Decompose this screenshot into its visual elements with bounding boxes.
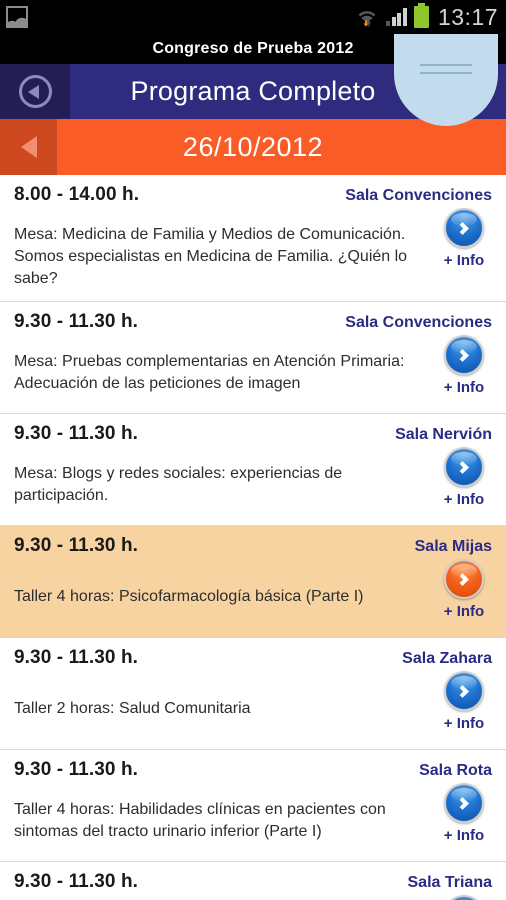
cellular-signal-icon <box>386 8 407 26</box>
session-row-body: Taller 2 horas: Salud Comunitaria + Info <box>14 669 494 732</box>
session-row[interactable]: 9.30 - 11.30 h. Sala Zahara Taller 2 horas… <box>0 638 506 751</box>
more-info-label[interactable]: + Info <box>444 827 484 844</box>
session-description: Taller 4 horas: Habilidades clínicas en … <box>14 801 386 841</box>
session-action: + Info <box>434 557 494 620</box>
status-bar-clock: 13:17 <box>437 3 498 30</box>
session-row-body: Mesa: Medicina de Familia y Medios de Co… <box>14 206 494 290</box>
session-row[interactable]: 9.30 - 11.30 h. Sala Mijas Taller 4 horas:… <box>0 526 506 639</box>
app-title-band: Congreso de Prueba 2012 <box>0 28 506 126</box>
chevron-right-icon <box>456 460 469 474</box>
session-row-header: 9.30 - 11.30 h. Sala Mijas <box>14 535 494 557</box>
session-room: Sala Convenciones <box>345 314 492 332</box>
session-action: + Info <box>434 669 494 732</box>
session-time: 9.30 - 11.30 h. <box>14 535 139 557</box>
more-info-label[interactable]: + Info <box>444 603 484 620</box>
session-details-button[interactable] <box>444 208 484 248</box>
session-row-header: 9.30 - 11.30 h. Sala Rota <box>14 759 494 781</box>
session-time: 9.30 - 11.30 h. <box>14 311 139 333</box>
session-row-body: Taller 4 horas: Psicofarmacología básica… <box>14 557 494 620</box>
back-arrow-icon <box>18 75 52 108</box>
session-details-button[interactable] <box>444 447 484 488</box>
session-time: 9.30 - 11.30 h. <box>14 647 139 669</box>
chevron-right-icon <box>456 221 469 235</box>
session-action: + Info <box>434 893 494 900</box>
app-title: Congreso de Prueba 2012 <box>152 40 354 57</box>
session-time: 9.30 - 11.30 h. <box>14 423 139 445</box>
status-bar-indicators: 13:17 <box>355 3 498 30</box>
wifi-icon <box>355 7 379 27</box>
session-room: Sala Mijas <box>414 538 492 556</box>
current-date-label: 26/10/2012 <box>182 131 324 162</box>
chevron-right-icon <box>456 348 469 362</box>
date-bar: 26/10/2012 <box>0 119 506 175</box>
session-details-button[interactable] <box>444 783 484 824</box>
session-row[interactable]: 8.00 - 14.00 h. Sala Convenciones Mesa: Me… <box>0 175 506 303</box>
back-button[interactable] <box>0 64 70 119</box>
session-details-button[interactable] <box>444 335 484 376</box>
session-description: Taller 2 horas: Salud Comunitaria <box>14 700 251 718</box>
session-description: Mesa: Medicina de Familia y Medios de Co… <box>14 226 408 288</box>
session-row[interactable]: 9.30 - 11.30 h. Sala Rota Taller 4 horas: … <box>0 750 506 863</box>
session-row-header: 8.00 - 14.00 h. Sala Convenciones <box>14 184 494 206</box>
session-description: Taller 4 horas: Psicofarmacología básica… <box>14 588 364 606</box>
session-row-body: Taller 4 horas: Habilidades clínicas en … <box>14 781 494 844</box>
chevron-left-icon <box>20 136 37 158</box>
session-action: + Info <box>434 333 494 396</box>
session-room: Sala Rota <box>419 762 492 780</box>
more-info-label[interactable]: + Info <box>444 491 484 508</box>
session-time: 9.30 - 11.30 h. <box>14 871 139 893</box>
screenshot-image-icon <box>6 6 28 28</box>
session-row-header: 9.30 - 11.30 h. Sala Zahara <box>14 647 494 669</box>
session-time: 8.00 - 14.00 h. <box>14 184 140 205</box>
session-time: 9.30 - 11.30 h. <box>14 759 139 781</box>
session-row-header: 9.30 - 11.30 h. Sala Nervión <box>14 423 494 445</box>
session-details-button[interactable] <box>444 671 484 712</box>
session-row[interactable]: 9.30 - 11.30 h. Sala Triana+ Info <box>0 862 506 900</box>
chevron-right-icon <box>456 572 469 586</box>
session-row-body: Mesa: Blogs y redes sociales: experienci… <box>14 445 494 508</box>
session-list[interactable]: 8.00 - 14.00 h. Sala Convenciones Mesa: Me… <box>0 175 506 900</box>
previous-day-button[interactable] <box>0 119 57 175</box>
session-row-header: 9.30 - 11.30 h. Sala Convenciones <box>14 311 494 333</box>
session-row-body: Mesa: Pruebas complementarias en Atenció… <box>14 333 494 396</box>
session-room: Sala Convenciones <box>345 187 492 204</box>
status-bar-notifications <box>6 6 28 28</box>
session-room: Sala Nervión <box>395 426 492 444</box>
session-room: Sala Triana <box>407 874 493 892</box>
session-details-button[interactable] <box>444 559 484 600</box>
session-row-body: + Info <box>14 893 494 900</box>
session-action: + Info <box>434 445 494 508</box>
more-info-label[interactable]: + Info <box>444 379 484 396</box>
android-status-bar: 13:17 <box>0 0 506 34</box>
session-description: Mesa: Pruebas complementarias en Atenció… <box>14 353 405 393</box>
chevron-right-icon <box>456 684 469 698</box>
session-room: Sala Zahara <box>402 650 492 668</box>
battery-full-icon <box>413 3 429 28</box>
session-row-header: 9.30 - 11.30 h. Sala Triana <box>14 871 494 893</box>
more-info-label[interactable]: + Info <box>444 715 484 732</box>
session-action: + Info <box>434 206 494 269</box>
session-details-button[interactable] <box>444 895 484 900</box>
app-root: 13:17 Congreso de Prueba 2012 Programa C… <box>0 0 506 900</box>
session-description <box>14 893 434 900</box>
more-info-label[interactable]: + Info <box>444 252 484 269</box>
chevron-right-icon <box>456 796 469 810</box>
session-action: + Info <box>434 781 494 844</box>
session-row[interactable]: 9.30 - 11.30 h. Sala Convenciones Mesa: Pr… <box>0 302 506 415</box>
session-row[interactable]: 9.30 - 11.30 h. Sala Nervión Mesa: Blogs y… <box>0 414 506 527</box>
session-description: Mesa: Blogs y redes sociales: experienci… <box>14 465 343 505</box>
